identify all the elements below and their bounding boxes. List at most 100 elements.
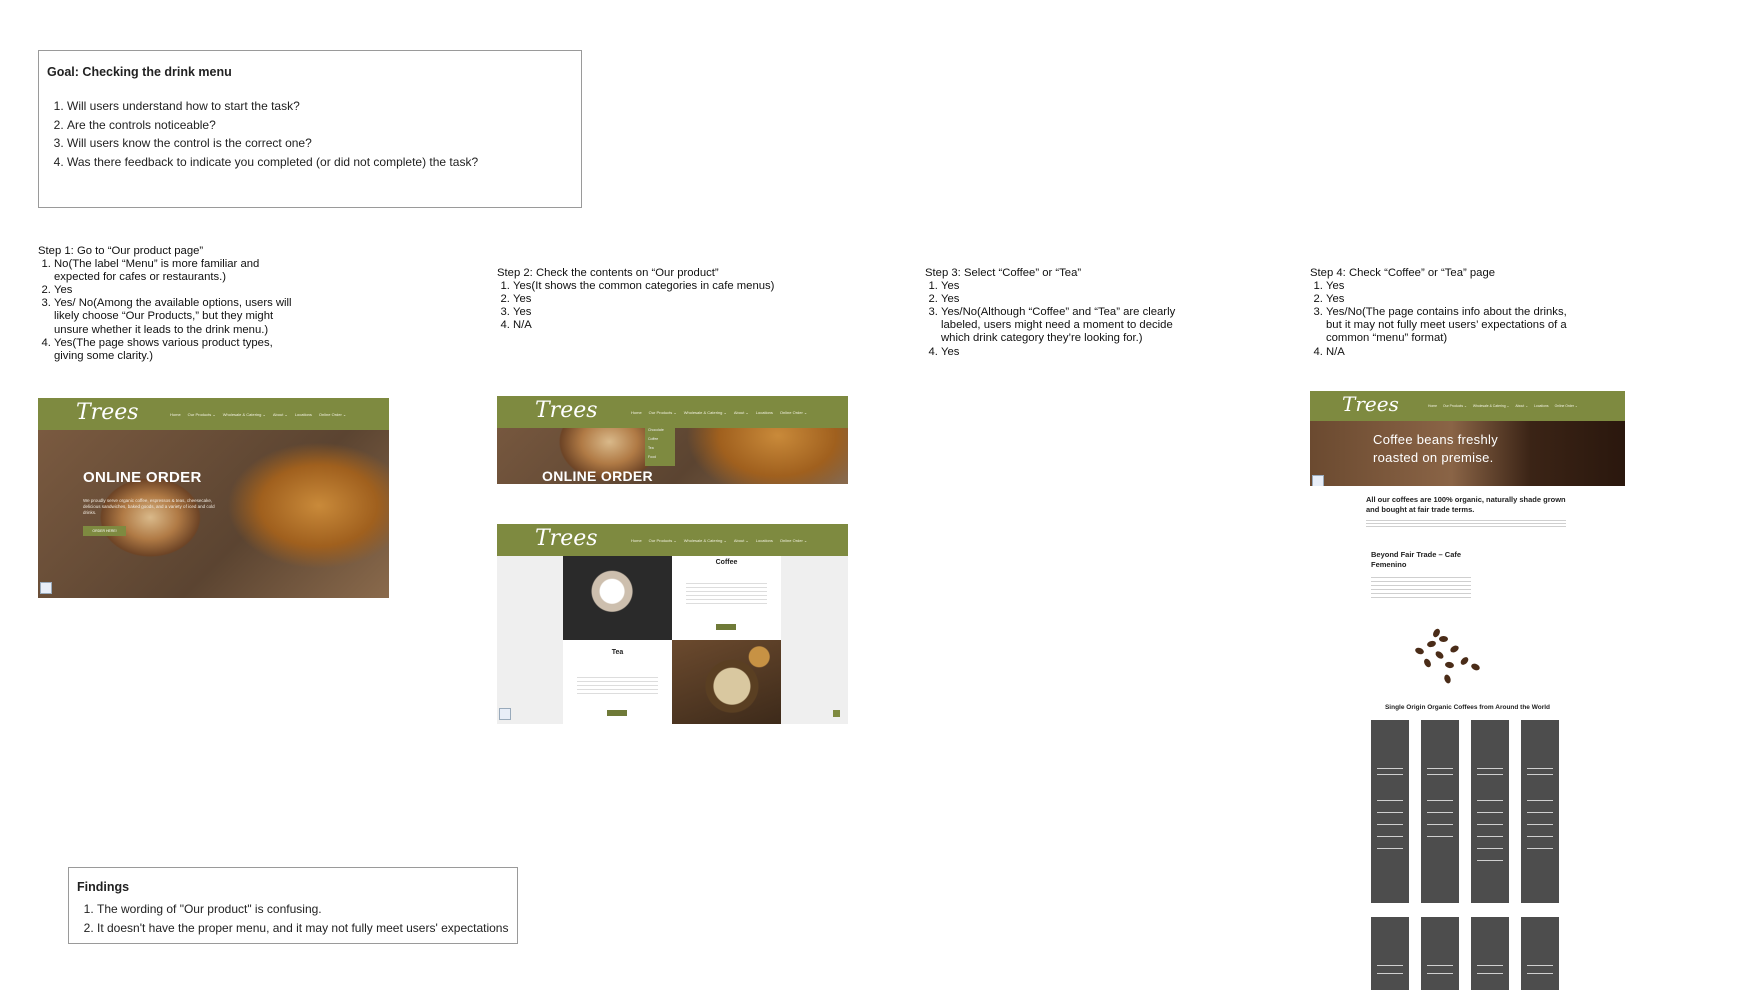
step-answer: Yes [1326, 293, 1582, 306]
step-2: Step 2: Check the contents on “Our produ… [497, 267, 817, 332]
step-title: Step 4: Check “Coffee” or “Tea” page [1310, 267, 1496, 279]
step-answer: Yes(It shows the common categories in ca… [513, 280, 817, 293]
goal-question: Was there feedback to indicate you compl… [67, 153, 581, 172]
dropdown-item[interactable]: Coffee [648, 435, 672, 444]
dropdown-item[interactable]: Chocolate [648, 426, 672, 435]
coffee-card[interactable] [1371, 917, 1409, 990]
nav-item[interactable]: About ⌄ [734, 410, 749, 415]
coffee-card[interactable] [1471, 720, 1509, 903]
nav-item[interactable]: Online Order ⌄ [780, 538, 807, 543]
step-answer: Yes [941, 280, 1195, 293]
nav-item[interactable]: Locations [756, 538, 773, 543]
step-answer: Yes/ No(Among the available options, use… [54, 297, 300, 336]
coffee-description [686, 580, 767, 604]
recaptcha-icon [40, 582, 52, 594]
coffee-card[interactable] [1421, 917, 1459, 990]
coffee-card[interactable] [1521, 917, 1559, 990]
findings-title: Findings [77, 880, 130, 894]
coffee-bean [1470, 662, 1481, 672]
coffee-bean [1444, 661, 1455, 669]
hero-title: ONLINE ORDER [542, 468, 653, 484]
coffee-card[interactable] [1421, 720, 1459, 903]
coffee-bean [1449, 644, 1460, 654]
site-nav: Home Our Products ⌄ Wholesale & Catering… [631, 410, 807, 415]
step-1: Step 1: Go to “Our product page” No(The … [38, 245, 300, 363]
nav-item[interactable]: Home [170, 412, 181, 417]
fair-trade-heading: Beyond Fair Trade – Cafe Femenino [1371, 550, 1462, 569]
nav-item[interactable]: Wholesale & Catering ⌄ [1473, 404, 1510, 408]
step-answer: Yes [1326, 280, 1582, 293]
nav-item[interactable]: Locations [1534, 404, 1549, 408]
nav-item[interactable]: Home [1428, 404, 1437, 408]
dropdown-item[interactable]: Food [648, 453, 672, 462]
tea-panel[interactable]: Tea [563, 640, 672, 724]
site-nav: Home Our Products ⌄ Wholesale & Catering… [1428, 404, 1578, 408]
step-answer: Yes [941, 346, 1195, 359]
coffee-bean [1459, 655, 1470, 667]
nav-item[interactable]: Online Order ⌄ [780, 410, 807, 415]
scroll-top-button[interactable] [833, 710, 840, 717]
nav-item[interactable]: About ⌄ [1515, 404, 1528, 408]
coffee-bean [1443, 673, 1452, 685]
finding-item: It doesn't have the proper menu, and it … [97, 919, 517, 938]
coffee-more-button[interactable] [716, 624, 736, 630]
goal-question: Are the controls noticeable? [67, 116, 581, 135]
coffee-bean [1426, 639, 1437, 649]
nav-item[interactable]: Wholesale & Catering ⌄ [223, 412, 266, 417]
nav-item[interactable]: Our Products ⌄ [649, 538, 677, 543]
step-answer: No(The label “Menu” is more familiar and… [54, 258, 300, 284]
step-title: Step 1: Go to “Our product page” [38, 245, 204, 257]
nav-item[interactable]: Online Order ⌄ [1555, 404, 1578, 408]
nav-item[interactable]: Locations [295, 412, 312, 417]
coffee-hero-title: Coffee beans freshly roasted on premise. [1373, 432, 1498, 465]
nav-item[interactable]: About ⌄ [734, 538, 749, 543]
coffee-intro-text [1366, 518, 1566, 528]
hero-text: We proudly serve organic coffee, espress… [83, 498, 215, 515]
single-origin-heading: Single Origin Organic Coffees from Aroun… [1384, 704, 1551, 711]
order-here-button[interactable]: ORDER HERE! [83, 526, 126, 536]
fair-trade-text [1371, 574, 1471, 600]
nav-item[interactable]: Home [631, 538, 642, 543]
step-title: Step 2: Check the contents on “Our produ… [497, 267, 719, 279]
tea-description [577, 674, 658, 696]
step-answer: Yes/No(The page contains info about the … [1326, 306, 1582, 345]
coffee-bean [1439, 636, 1448, 642]
coffee-label: Coffee [715, 559, 738, 566]
step-answer: Yes [513, 306, 817, 319]
screenshot-home: Trees Home Our Products ⌄ Wholesale & Ca… [38, 398, 389, 598]
nav-item[interactable]: Wholesale & Catering ⌄ [684, 538, 727, 543]
trees-logo: Trees [76, 400, 139, 425]
dropdown-item[interactable]: Tea [648, 444, 672, 453]
coffee-card[interactable] [1521, 720, 1559, 903]
site-nav: Home Our Products ⌄ Wholesale & Catering… [631, 538, 807, 543]
goal-questions: Will users understand how to start the t… [47, 97, 581, 171]
trees-logo: Trees [535, 398, 598, 423]
nav-item[interactable]: Wholesale & Catering ⌄ [684, 410, 727, 415]
nav-item[interactable]: Our Products ⌄ [1443, 404, 1467, 408]
nav-item[interactable]: Home [631, 410, 642, 415]
recaptcha-icon [1312, 475, 1324, 486]
goal-question: Will users know the control is the corre… [67, 134, 581, 153]
step-answer: Yes [513, 293, 817, 306]
nav-item[interactable]: Our Products ⌄ [649, 410, 677, 415]
coffee-card[interactable] [1471, 917, 1509, 990]
site-navbar: Trees Home Our Products ⌄ Wholesale & Ca… [497, 524, 848, 556]
site-nav: Home Our Products ⌄ Wholesale & Catering… [170, 412, 346, 417]
coffee-panel[interactable]: Coffee [672, 556, 781, 640]
coffee-bean [1434, 649, 1445, 661]
step-answer: Yes(The page shows various product types… [54, 337, 300, 363]
step-3: Step 3: Select “Coffee” or “Tea” Yes Yes… [925, 267, 1195, 359]
nav-item[interactable]: Our Products ⌄ [188, 412, 216, 417]
step-answer: Yes [54, 284, 300, 297]
nav-item[interactable]: Online Order ⌄ [319, 412, 346, 417]
goal-title: Goal: Checking the drink menu [47, 65, 232, 79]
hero-title: ONLINE ORDER [83, 469, 202, 486]
findings-box: Findings The wording of "Our product" is… [68, 867, 518, 944]
recaptcha-icon [499, 708, 511, 720]
coffee-card[interactable] [1371, 720, 1409, 903]
tea-more-button[interactable] [607, 710, 627, 716]
step-4: Step 4: Check “Coffee” or “Tea” page Yes… [1310, 267, 1582, 359]
nav-item[interactable]: About ⌄ [273, 412, 288, 417]
nav-item[interactable]: Locations [756, 410, 773, 415]
finding-item: The wording of "Our product" is confusin… [97, 900, 517, 919]
